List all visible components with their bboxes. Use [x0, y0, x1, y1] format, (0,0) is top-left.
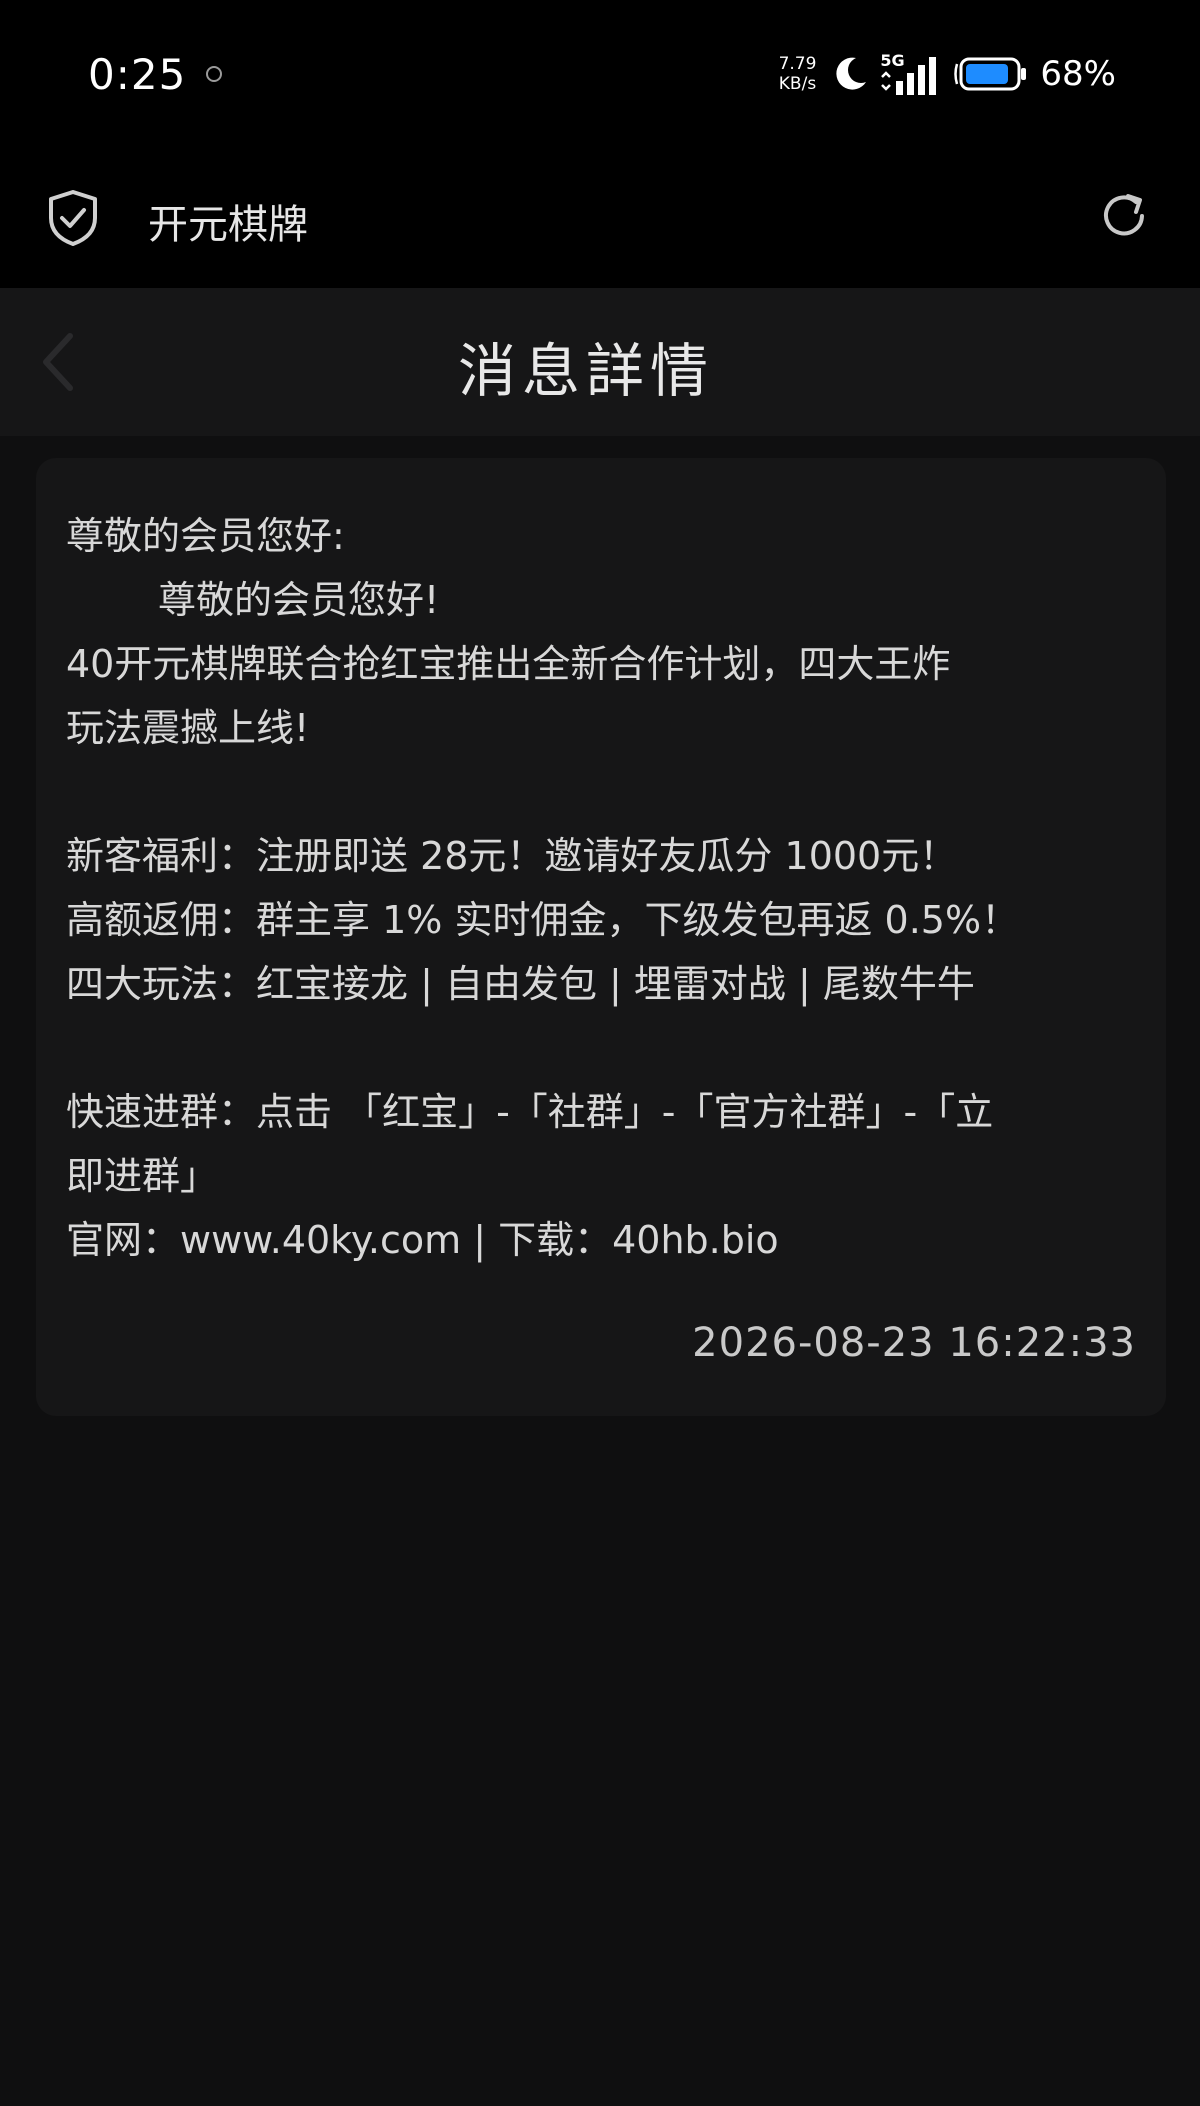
app-bar: 开元棋牌 [0, 150, 1200, 288]
message-join-line: 快速进群：点击 「红宝」-「社群」-「官方社群」-「立 [66, 1090, 994, 1134]
message-website: 官网：www.40ky.com | 下载：40hb.bio [66, 1218, 779, 1262]
battery-icon [954, 57, 1027, 91]
signal-bars-icon [881, 57, 937, 95]
status-indicators: 7.79 KB/s 5G 68% [779, 48, 1116, 100]
notification-dot-icon [206, 66, 222, 82]
message-announce-line: 玩法震撼上线! [66, 706, 310, 750]
message-intro: 尊敬的会员您好! [158, 578, 440, 622]
app-title: 开元棋牌 [148, 202, 308, 248]
network-speed: 7.79 KB/s [779, 54, 817, 94]
message-greeting: 尊敬的会员您好: [66, 514, 345, 558]
page-header: 消息詳情 [0, 288, 1200, 436]
shield-check-icon[interactable] [46, 188, 100, 248]
network-speed-value: 7.79 [778, 54, 817, 74]
network-speed-unit: KB/s [778, 74, 817, 94]
moon-icon [836, 57, 867, 90]
status-time: 0:25 [88, 50, 187, 99]
refresh-icon[interactable] [1096, 188, 1152, 244]
status-bar: 0:25 7.79 KB/s 5G 68% [0, 0, 1200, 150]
message-join-line: 即进群」 [66, 1154, 219, 1198]
message-body: 尊敬的会员您好: 尊敬的会员您好! 40开元棋牌联合抢红宝推出全新合作计划，四大… [66, 504, 1146, 1272]
message-welfare: 新客福利：注册即送 28元！邀请好友瓜分 1000元！ [66, 834, 958, 878]
message-card: 尊敬的会员您好: 尊敬的会员您好! 40开元棋牌联合抢红宝推出全新合作计划，四大… [36, 458, 1166, 1416]
cellular-signal: 5G [880, 51, 944, 97]
battery-percentage: 68% [1040, 54, 1116, 94]
message-timestamp: 2026-08-23 16:22:33 [692, 1320, 1136, 1366]
message-gameplay: 四大玩法：红宝接龙 | 自由发包 | 埋雷对战 | 尾数牛牛 [66, 962, 975, 1006]
message-commission: 高额返佣：群主享 1% 实时佣金，下级发包再返 0.5%！ [66, 898, 1020, 942]
page-title: 消息詳情 [457, 337, 714, 405]
message-announce-line: 40开元棋牌联合抢红宝推出全新合作计划，四大王炸 [66, 642, 951, 686]
